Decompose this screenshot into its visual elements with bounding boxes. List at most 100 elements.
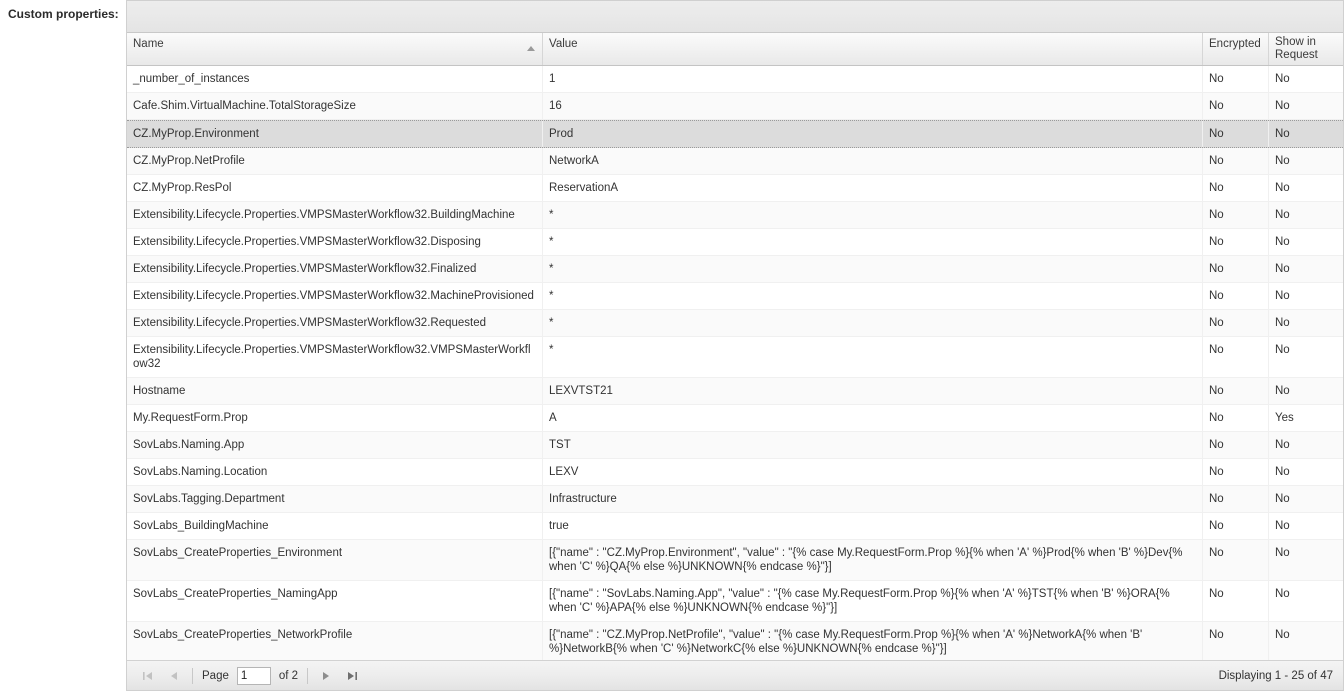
cell-value: 16 [543, 93, 1203, 119]
table-row[interactable]: HostnameLEXVTST21NoNo [127, 378, 1343, 405]
cell-name: SovLabs.Naming.Location [127, 459, 543, 485]
cell-encrypted: No [1203, 405, 1269, 431]
cell-encrypted: No [1203, 513, 1269, 539]
cell-value: * [543, 229, 1203, 255]
table-row[interactable]: SovLabs.Naming.LocationLEXVNoNo [127, 459, 1343, 486]
displaying-count: Displaying 1 - 25 of 47 [1219, 670, 1333, 682]
column-header-show-in-request[interactable]: Show in Request [1269, 33, 1343, 65]
table-row[interactable]: SovLabs.Naming.AppTSTNoNo [127, 432, 1343, 459]
cell-value: * [543, 283, 1203, 309]
cell-encrypted: No [1203, 622, 1269, 660]
cell-name: Hostname [127, 378, 543, 404]
cell-encrypted: No [1203, 93, 1269, 119]
table-row[interactable]: CZ.MyProp.EnvironmentProdNoNo [127, 120, 1343, 148]
table-row[interactable]: CZ.MyProp.ResPolReservationANoNo [127, 175, 1343, 202]
grid-header-row: Name Value Encrypted Show in Request [127, 33, 1343, 66]
previous-page-icon[interactable] [165, 667, 183, 685]
cell-encrypted: No [1203, 66, 1269, 92]
cell-encrypted: No [1203, 175, 1269, 201]
cell-value: [{"name" : "CZ.MyProp.NetProfile", "valu… [543, 622, 1203, 660]
cell-encrypted: No [1203, 459, 1269, 485]
cell-name: Extensibility.Lifecycle.Properties.VMPSM… [127, 256, 543, 282]
column-header-encrypted-label: Encrypted [1209, 38, 1261, 51]
cell-value: ReservationA [543, 175, 1203, 201]
page-total-label: of 2 [279, 670, 298, 682]
cell-show-in-request: No [1269, 486, 1343, 512]
cell-value: TST [543, 432, 1203, 458]
cell-value: * [543, 202, 1203, 228]
pager-divider-right [307, 668, 308, 684]
cell-name: Extensibility.Lifecycle.Properties.VMPSM… [127, 229, 543, 255]
cell-value: NetworkA [543, 148, 1203, 174]
cell-show-in-request: No [1269, 283, 1343, 309]
cell-value: * [543, 337, 1203, 377]
cell-name: SovLabs.Naming.App [127, 432, 543, 458]
pager-divider-left [192, 668, 193, 684]
cell-name: SovLabs_CreateProperties_Environment [127, 540, 543, 580]
cell-show-in-request: No [1269, 310, 1343, 336]
table-row[interactable]: Extensibility.Lifecycle.Properties.VMPSM… [127, 256, 1343, 283]
next-page-icon[interactable] [317, 667, 335, 685]
cell-value: 1 [543, 66, 1203, 92]
cell-show-in-request: No [1269, 175, 1343, 201]
table-row[interactable]: CZ.MyProp.NetProfileNetworkANoNo [127, 148, 1343, 175]
cell-encrypted: No [1203, 229, 1269, 255]
cell-show-in-request: Yes [1269, 405, 1343, 431]
column-header-value[interactable]: Value [543, 33, 1203, 65]
table-row[interactable]: SovLabs.Tagging.DepartmentInfrastructure… [127, 486, 1343, 513]
cell-value: [{"name" : "CZ.MyProp.Environment", "val… [543, 540, 1203, 580]
table-row[interactable]: Cafe.Shim.VirtualMachine.TotalStorageSiz… [127, 93, 1343, 120]
cell-show-in-request: No [1269, 256, 1343, 282]
cell-encrypted: No [1203, 121, 1269, 147]
cell-encrypted: No [1203, 148, 1269, 174]
cell-show-in-request: No [1269, 581, 1343, 621]
cell-name: CZ.MyProp.ResPol [127, 175, 543, 201]
table-row[interactable]: SovLabs_BuildingMachinetrueNoNo [127, 513, 1343, 540]
cell-value: Prod [543, 121, 1203, 147]
cell-name: Extensibility.Lifecycle.Properties.VMPSM… [127, 283, 543, 309]
table-row[interactable]: Extensibility.Lifecycle.Properties.VMPSM… [127, 229, 1343, 256]
last-page-icon[interactable] [343, 667, 361, 685]
cell-name: Extensibility.Lifecycle.Properties.VMPSM… [127, 310, 543, 336]
cell-encrypted: No [1203, 540, 1269, 580]
cell-name: SovLabs_CreateProperties_NetworkProfile [127, 622, 543, 660]
cell-show-in-request: No [1269, 148, 1343, 174]
grid-body: _number_of_instances1NoNoCafe.Shim.Virtu… [127, 66, 1343, 660]
table-row[interactable]: SovLabs_CreateProperties_NetworkProfile[… [127, 622, 1343, 660]
cell-encrypted: No [1203, 432, 1269, 458]
custom-properties-screen: Custom properties: Name Value Encrypted … [0, 0, 1344, 691]
table-row[interactable]: My.RequestForm.PropANoYes [127, 405, 1343, 432]
sort-ascending-icon [527, 46, 535, 51]
table-row[interactable]: Extensibility.Lifecycle.Properties.VMPSM… [127, 202, 1343, 229]
table-row[interactable]: SovLabs_CreateProperties_NamingApp[{"nam… [127, 581, 1343, 622]
cell-show-in-request: No [1269, 513, 1343, 539]
cell-value: true [543, 513, 1203, 539]
cell-show-in-request: No [1269, 202, 1343, 228]
cell-show-in-request: No [1269, 229, 1343, 255]
cell-value: * [543, 256, 1203, 282]
column-header-encrypted[interactable]: Encrypted [1203, 33, 1269, 65]
cell-encrypted: No [1203, 283, 1269, 309]
cell-value: A [543, 405, 1203, 431]
column-header-name-label: Name [133, 38, 164, 51]
cell-show-in-request: No [1269, 121, 1343, 147]
table-row[interactable]: Extensibility.Lifecycle.Properties.VMPSM… [127, 283, 1343, 310]
cell-name: Cafe.Shim.VirtualMachine.TotalStorageSiz… [127, 93, 543, 119]
custom-properties-grid: Name Value Encrypted Show in Request _nu… [126, 0, 1344, 691]
table-row[interactable]: Extensibility.Lifecycle.Properties.VMPSM… [127, 310, 1343, 337]
cell-name: My.RequestForm.Prop [127, 405, 543, 431]
page-number-input[interactable] [237, 667, 271, 685]
cell-name: CZ.MyProp.Environment [127, 121, 543, 147]
cell-show-in-request: No [1269, 378, 1343, 404]
cell-name: Extensibility.Lifecycle.Properties.VMPSM… [127, 337, 543, 377]
cell-show-in-request: No [1269, 337, 1343, 377]
cell-name: _number_of_instances [127, 66, 543, 92]
cell-encrypted: No [1203, 581, 1269, 621]
column-header-name[interactable]: Name [127, 33, 543, 65]
cell-encrypted: No [1203, 310, 1269, 336]
table-row[interactable]: _number_of_instances1NoNo [127, 66, 1343, 93]
table-row[interactable]: Extensibility.Lifecycle.Properties.VMPSM… [127, 337, 1343, 378]
table-row[interactable]: SovLabs_CreateProperties_Environment[{"n… [127, 540, 1343, 581]
first-page-icon[interactable] [139, 667, 157, 685]
cell-name: Extensibility.Lifecycle.Properties.VMPSM… [127, 202, 543, 228]
